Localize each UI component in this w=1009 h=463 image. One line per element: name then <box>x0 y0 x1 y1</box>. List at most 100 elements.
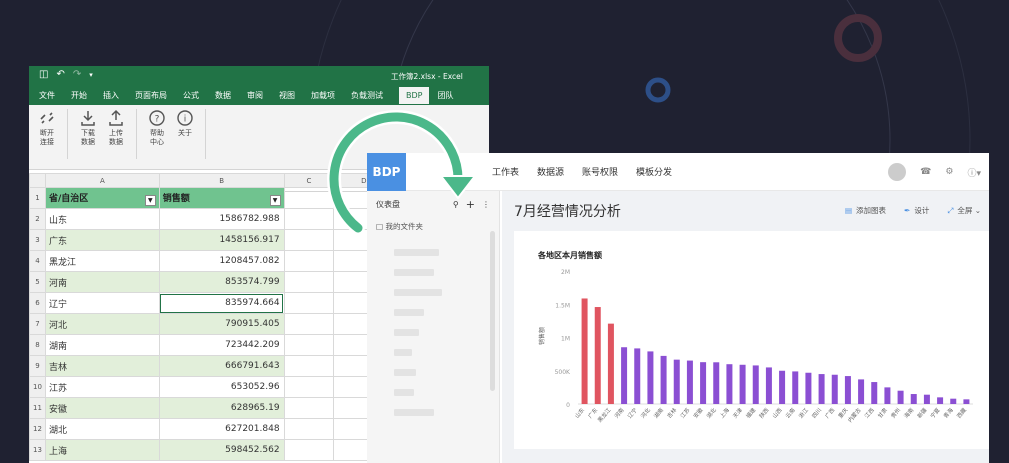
tab-file[interactable]: 文件 <box>39 90 55 101</box>
folder-item[interactable]: □ 我的文件夹 <box>367 217 499 236</box>
x-tick-label: 内蒙古 <box>846 406 863 424</box>
tab-home[interactable]: 开始 <box>71 90 87 101</box>
upload-data-button[interactable]: 上传数据 <box>102 109 130 159</box>
row-header[interactable]: 1 <box>29 187 46 209</box>
search-icon[interactable]: ⚲ <box>453 200 459 209</box>
sales-cell[interactable]: 653052.96 <box>158 376 285 398</box>
header-cell-sales[interactable]: 销售额 ▼ <box>158 187 285 209</box>
add-icon[interactable]: + <box>466 198 475 211</box>
tab-load-test[interactable]: 负载测试 <box>351 90 383 101</box>
help-center-button[interactable]: ? 帮助中心 <box>143 109 171 159</box>
column-header[interactable]: A <box>44 173 160 188</box>
cell[interactable] <box>283 187 335 209</box>
column-header[interactable]: C <box>283 173 335 188</box>
list-item[interactable] <box>394 249 439 256</box>
avatar[interactable] <box>888 163 907 181</box>
bell-icon[interactable]: ☎ <box>920 167 931 177</box>
design-button[interactable]: ✒ 设计 <box>904 205 929 216</box>
sales-cell[interactable]: 853574.799 <box>158 271 285 293</box>
about-button[interactable]: i 关于 <box>171 109 199 159</box>
bar-海南 <box>910 394 917 404</box>
list-item[interactable] <box>394 329 419 336</box>
tab-addins[interactable]: 加载项 <box>311 90 335 101</box>
fullscreen-button[interactable]: ⤢ 全屏 ⌄ <box>947 205 981 216</box>
region-cell[interactable]: 河北 <box>44 313 160 335</box>
row-header[interactable]: 8 <box>29 334 46 356</box>
sales-cell[interactable]: 790915.405 <box>158 313 285 335</box>
sales-cell[interactable]: 628965.19 <box>158 397 285 419</box>
header-cell-region[interactable]: 省/自治区 ▼ <box>44 187 160 209</box>
region-cell[interactable]: 湖南 <box>44 334 160 356</box>
customize-icon[interactable]: ▾ <box>89 71 93 80</box>
region-cell[interactable]: 黑龙江 <box>44 250 160 272</box>
tab-data[interactable]: 数据 <box>215 90 231 101</box>
sales-cell[interactable]: 1208457.082 <box>158 250 285 272</box>
list-item[interactable] <box>394 389 414 396</box>
row-header[interactable]: 5 <box>29 271 46 293</box>
list-item[interactable] <box>394 369 416 376</box>
row-header[interactable]: 10 <box>29 376 46 398</box>
row-header[interactable]: 11 <box>29 397 46 419</box>
expand-icon: ⤢ <box>947 206 954 215</box>
region-cell[interactable]: 河南 <box>44 271 160 293</box>
bdp-logo[interactable]: BDP <box>367 153 406 191</box>
column-header[interactable]: B <box>158 173 285 188</box>
row-header[interactable]: 12 <box>29 418 46 440</box>
tab-bdp[interactable]: BDP <box>399 86 430 104</box>
list-item[interactable] <box>394 409 434 416</box>
row-header[interactable]: 4 <box>29 250 46 272</box>
x-tick-label: 江西 <box>863 406 876 419</box>
region-cell[interactable]: 江苏 <box>44 376 160 398</box>
selected-sales-cell[interactable]: 835974.664 <box>158 292 285 314</box>
row-header[interactable]: 2 <box>29 208 46 230</box>
list-item[interactable] <box>394 349 412 356</box>
disconnect-button[interactable]: 断开连接 <box>33 109 61 159</box>
sales-cell[interactable]: 1458156.917 <box>158 229 285 251</box>
region-cell[interactable]: 上海 <box>44 439 160 461</box>
tab-formulas[interactable]: 公式 <box>183 90 199 101</box>
filter-dropdown-icon[interactable]: ▼ <box>144 194 156 206</box>
region-cell[interactable]: 山东 <box>44 208 160 230</box>
sales-cell[interactable]: 666791.643 <box>158 355 285 377</box>
row-header[interactable]: 3 <box>29 229 46 251</box>
list-item[interactable] <box>394 289 442 296</box>
sidebar-scrollbar[interactable] <box>490 231 495 391</box>
sales-cell[interactable]: 627201.848 <box>158 418 285 440</box>
save-icon[interactable]: ◫ <box>39 69 48 80</box>
download-data-button[interactable]: 下载数据 <box>74 109 102 159</box>
undo-icon[interactable]: ↶ <box>56 69 64 80</box>
row-header[interactable]: 9 <box>29 355 46 377</box>
redo-icon[interactable]: ↷ <box>73 69 81 80</box>
tab-team[interactable]: 团队 <box>437 90 453 101</box>
sales-cell[interactable]: 1586782.988 <box>158 208 285 230</box>
region-cell[interactable]: 吉林 <box>44 355 160 377</box>
tab-page-layout[interactable]: 页面布局 <box>135 90 167 101</box>
sales-cell[interactable]: 723442.209 <box>158 334 285 356</box>
corner-cell[interactable] <box>29 173 46 188</box>
nav-worksheet[interactable]: 工作表 <box>492 165 519 178</box>
list-item[interactable] <box>394 309 424 316</box>
nav-datasource[interactable]: 数据源 <box>537 165 564 178</box>
tab-insert[interactable]: 插入 <box>103 90 119 101</box>
tab-review[interactable]: 审阅 <box>247 90 263 101</box>
sales-cell[interactable]: 598452.562 <box>158 439 285 461</box>
x-tick-label: 天津 <box>732 406 745 419</box>
row-header[interactable]: 6 <box>29 292 46 314</box>
nav-account-permissions[interactable]: 账号权限 <box>582 165 618 178</box>
region-cell[interactable]: 安徽 <box>44 397 160 419</box>
row-header[interactable]: 13 <box>29 439 46 461</box>
x-tick-label: 海南 <box>902 406 916 420</box>
region-cell[interactable]: 广东 <box>44 229 160 251</box>
row-header[interactable]: 7 <box>29 313 46 335</box>
add-chart-button[interactable]: ▤ 添加图表 <box>845 205 886 216</box>
gear-icon[interactable]: ⚙ <box>945 167 953 177</box>
help-icon[interactable]: ⓘ▾ <box>967 166 981 179</box>
tab-view[interactable]: 视图 <box>279 90 295 101</box>
region-cell[interactable]: 辽宁 <box>44 292 160 314</box>
filter-dropdown-icon[interactable]: ▼ <box>269 194 281 206</box>
more-icon[interactable]: ⋮ <box>482 200 490 209</box>
nav-template-distribution[interactable]: 模板分发 <box>636 165 672 178</box>
bar-浙江 <box>805 372 812 404</box>
list-item[interactable] <box>394 269 434 276</box>
region-cell[interactable]: 湖北 <box>44 418 160 440</box>
